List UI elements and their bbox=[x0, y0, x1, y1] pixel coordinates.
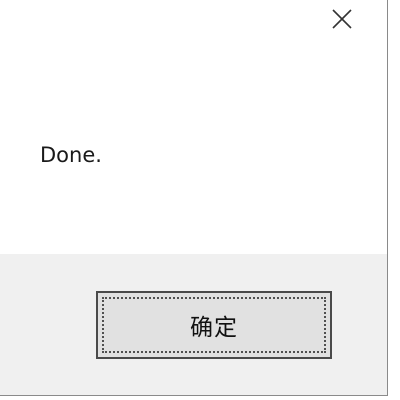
focus-rectangle: 确定 bbox=[102, 297, 326, 353]
message-area: Done. bbox=[0, 40, 387, 254]
title-bar bbox=[0, 0, 387, 40]
ok-button-label: 确定 bbox=[190, 315, 238, 341]
ok-button[interactable]: 确定 bbox=[96, 291, 332, 359]
button-bar: 确定 bbox=[0, 254, 387, 395]
close-icon bbox=[332, 9, 352, 29]
message-text: Done. bbox=[40, 143, 102, 167]
close-button[interactable] bbox=[322, 2, 362, 36]
message-dialog: Done. 确定 bbox=[0, 0, 388, 396]
